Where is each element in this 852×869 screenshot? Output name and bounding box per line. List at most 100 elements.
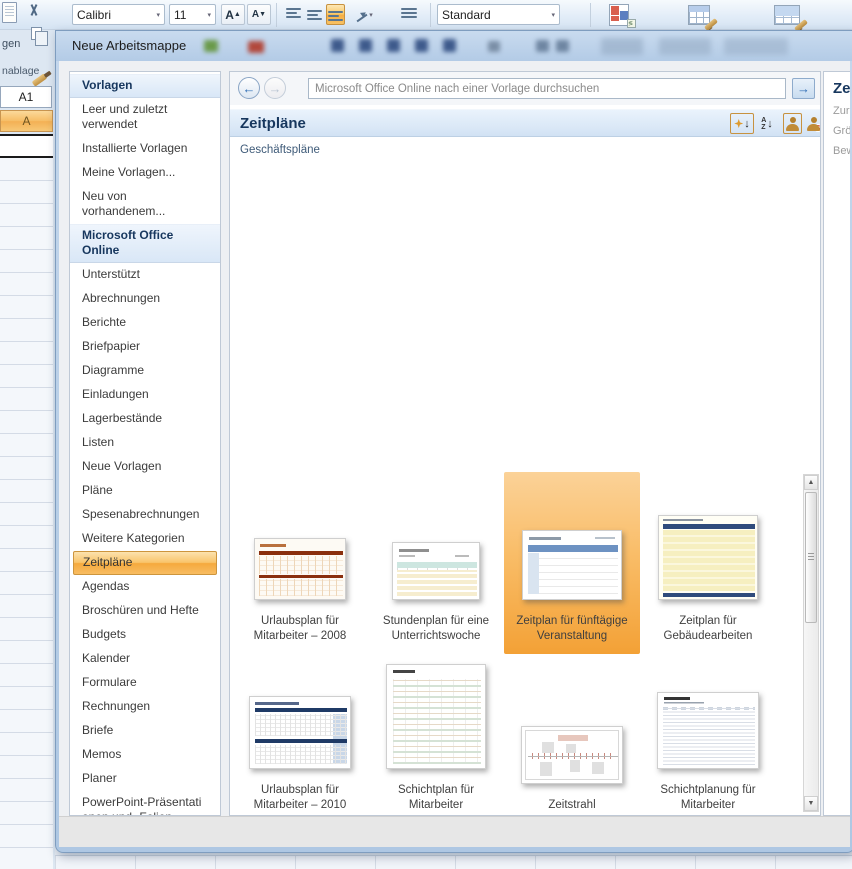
sidebar-item-diagramme[interactable]: Diagramme xyxy=(70,359,220,383)
back-button[interactable]: ← xyxy=(238,77,260,99)
template-caption: Stundenplan für eine Unterrichtswoche xyxy=(371,614,501,644)
sidebar-item-leer-und-zuletzt[interactable]: Leer und zuletzt verwendet xyxy=(70,98,220,137)
template-thumbnail xyxy=(254,538,346,600)
scroll-down-arrow[interactable]: ▼ xyxy=(804,796,818,811)
name-box[interactable]: A1 xyxy=(0,86,52,108)
grow-font-icon: A xyxy=(225,8,234,22)
table-grid-icon xyxy=(688,5,710,25)
template-card[interactable]: Schichtplanung für Mitarbeiter xyxy=(640,654,776,816)
preview-line-fragment: Grö xyxy=(833,125,850,137)
template-caption: Urlaubsplan für Mitarbeiter – 2008 xyxy=(235,614,365,644)
blurred-ribbon-icon xyxy=(536,40,549,52)
worksheet-left-strip: gen nablage A1 A xyxy=(0,30,55,869)
sidebar-section-office-online: Microsoft Office Online xyxy=(70,224,220,263)
new-workbook-dialog: Neue Arbeitsmappe Vorlagen Leer und zule… xyxy=(55,30,852,853)
sidebar-item-neue-vorlagen[interactable]: Neue Vorlagen xyxy=(70,455,220,479)
sidebar-item-spesenabrechnungen[interactable]: Spesenabrechnungen xyxy=(70,503,220,527)
sidebar-item-agendas[interactable]: Agendas xyxy=(70,575,220,599)
sidebar-item-kalender[interactable]: Kalender xyxy=(70,647,220,671)
align-middle-button[interactable] xyxy=(305,4,324,25)
number-format-value: Standard xyxy=(442,8,491,22)
template-card[interactable]: Zeitstrahl xyxy=(504,654,640,816)
template-card[interactable]: Urlaubsplan für Mitarbeiter – 2010 xyxy=(232,654,368,816)
sidebar-item-briefe[interactable]: Briefe xyxy=(70,719,220,743)
forward-button[interactable]: → xyxy=(264,77,286,99)
template-card[interactable]: Schichtplan für Mitarbeiter xyxy=(368,654,504,816)
sidebar-item-neu-von-vorhandenem[interactable]: Neu von vorhandenem... xyxy=(70,185,220,224)
preview-line-fragment: Bew xyxy=(833,145,850,157)
template-preview-panel: Ze Zur Grö Bew xyxy=(823,71,850,816)
sidebar-item-lagerbestaende[interactable]: Lagerbestände xyxy=(70,407,220,431)
template-browser-panel: ← → → Zeitpläne ↓ A Z ↓ xyxy=(229,71,821,816)
cut-scissors-icon[interactable] xyxy=(27,4,41,18)
dialog-footer xyxy=(59,816,850,847)
conditional-formatting-button[interactable]: ≶ xyxy=(600,2,638,28)
cell-styles-button[interactable] xyxy=(765,2,809,28)
template-card[interactable]: Urlaubsplan für Mitarbeiter – 2008 xyxy=(232,472,368,654)
subcategory-link[interactable]: Geschäftspläne xyxy=(240,144,320,156)
template-list-scrollbar[interactable]: ▲ ▼ xyxy=(803,474,819,812)
grow-font-button[interactable]: A▲ xyxy=(221,4,245,25)
number-format-combo[interactable]: Standard ▾ xyxy=(437,4,560,25)
indent-button[interactable] xyxy=(396,4,422,25)
scroll-up-arrow[interactable]: ▲ xyxy=(804,475,818,490)
paste-clipboard-icon[interactable] xyxy=(2,2,17,23)
template-grid: Urlaubsplan für Mitarbeiter – 2008 Stund… xyxy=(232,472,802,816)
sidebar-item-unterstuetzt[interactable]: Unterstützt xyxy=(70,263,220,287)
sidebar-item-abrechnungen[interactable]: Abrechnungen xyxy=(70,287,220,311)
arrow-down-icon: ↓ xyxy=(767,118,773,130)
blurred-ribbon-label xyxy=(659,38,711,55)
sidebar-item-planer[interactable]: Planer xyxy=(70,767,220,791)
align-bottom-icon xyxy=(328,8,343,21)
sidebar-item-meine-vorlagen[interactable]: Meine Vorlagen... xyxy=(70,161,220,185)
sidebar-item-berichte[interactable]: Berichte xyxy=(70,311,220,335)
sidebar-item-budgets[interactable]: Budgets xyxy=(70,623,220,647)
copy-icon[interactable] xyxy=(31,27,42,40)
sidebar-section-vorlagen: Vorlagen xyxy=(70,74,220,98)
font-name-combo[interactable]: Calibri ▾ xyxy=(72,4,165,25)
preview-title-fragment: Ze xyxy=(833,80,850,97)
sidebar-item-einladungen[interactable]: Einladungen xyxy=(70,383,220,407)
blurred-ribbon-icon xyxy=(556,40,569,52)
view-without-ratings-button[interactable] xyxy=(804,113,821,134)
selected-cell-a1[interactable] xyxy=(0,134,53,158)
template-caption: Zeitplan für fünftägige Veranstaltung xyxy=(507,614,637,644)
template-card[interactable]: Zeitplan für Gebäudearbeiten xyxy=(640,472,776,654)
text-orientation-button[interactable]: ▾ xyxy=(349,4,379,25)
sidebar-item-rechnungen[interactable]: Rechnungen xyxy=(70,695,220,719)
scrollbar-thumb[interactable] xyxy=(805,492,817,623)
template-card-selected[interactable]: Zeitplan für fünftägige Veranstaltung xyxy=(504,472,640,654)
search-input[interactable] xyxy=(308,78,786,99)
worksheet-bottom-strip xyxy=(55,855,852,869)
view-with-ratings-button[interactable] xyxy=(783,113,802,134)
sidebar-item-installierte-vorlagen[interactable]: Installierte Vorlagen xyxy=(70,137,220,161)
sidebar-item-formulare[interactable]: Formulare xyxy=(70,671,220,695)
font-size-combo[interactable]: 11 ▾ xyxy=(169,4,216,25)
sidebar-item-zeitplaene-selected[interactable]: Zeitpläne xyxy=(73,551,217,575)
sidebar-item-weitere-kategorien[interactable]: Weitere Kategorien xyxy=(70,527,220,551)
sidebar-item-memos[interactable]: Memos xyxy=(70,743,220,767)
conditional-formatting-icon xyxy=(609,4,629,26)
sort-alphabetical-button[interactable]: A Z ↓ xyxy=(756,113,778,134)
format-as-table-button[interactable] xyxy=(680,2,718,28)
sidebar-item-briefpapier[interactable]: Briefpapier xyxy=(70,335,220,359)
align-top-button[interactable] xyxy=(284,4,303,25)
column-header-a[interactable]: A xyxy=(0,110,53,132)
category-header-bar: Zeitpläne ↓ A Z ↓ xyxy=(230,109,820,137)
template-thumbnail xyxy=(657,692,759,769)
shrink-font-button[interactable]: A▼ xyxy=(247,4,271,25)
sidebar-item-broschueren-und-hefte[interactable]: Broschüren und Hefte xyxy=(70,599,220,623)
blurred-ribbon-icon xyxy=(488,41,500,52)
sort-featured-button[interactable]: ↓ xyxy=(730,113,754,134)
sidebar-item-powerpoint[interactable]: PowerPoint-Präsentationen und -Folien xyxy=(70,791,220,816)
template-card[interactable]: Stundenplan für eine Unterrichtswoche xyxy=(368,472,504,654)
dialog-titlebar: Neue Arbeitsmappe xyxy=(56,31,852,61)
sidebar-item-listen[interactable]: Listen xyxy=(70,431,220,455)
clipboard-group-label-fragment: nablage xyxy=(2,65,39,77)
sidebar-item-plaene[interactable]: Pläne xyxy=(70,479,220,503)
blurred-ribbon-icon xyxy=(248,41,264,53)
dialog-body: Vorlagen Leer und zuletzt verwendet Inst… xyxy=(59,61,850,847)
search-go-button[interactable]: → xyxy=(792,78,815,99)
template-thumbnail xyxy=(392,542,480,600)
align-bottom-button[interactable] xyxy=(326,4,345,25)
